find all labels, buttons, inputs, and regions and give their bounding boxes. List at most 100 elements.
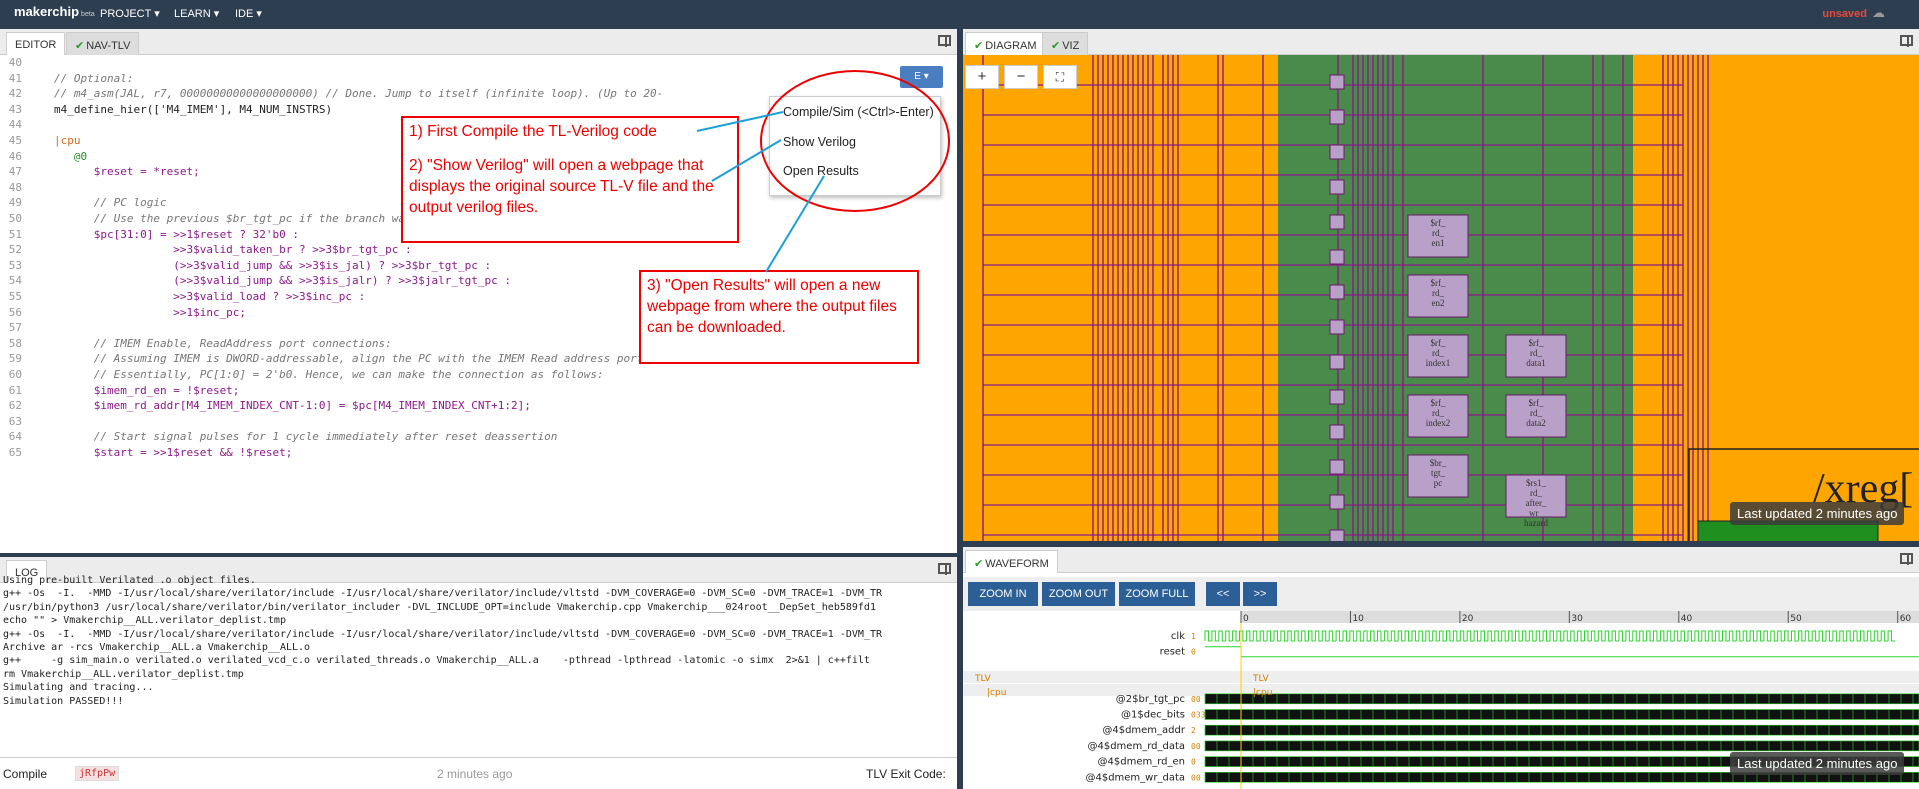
clk-wave (1211, 630, 1219, 642)
clk-wave (1673, 630, 1682, 642)
clk-wave (1432, 630, 1440, 642)
signal-name[interactable]: @1$dec_bits (1121, 710, 1185, 721)
signal-name[interactable]: @2$br_tgt_pc (1116, 694, 1185, 705)
clk-wave (1853, 630, 1861, 642)
signal-name[interactable]: @4$dmem_rd_en (1098, 757, 1185, 768)
clk-wave (1404, 630, 1412, 642)
pipeline-diagram[interactable]: $rf_rd_en1$rf_rd_en2$rf_rd_index1$rf_rd_… (963, 55, 1919, 541)
stage-background-green-left (1278, 55, 1323, 541)
clk-wave (1708, 630, 1716, 642)
signal-name[interactable]: @4$dmem_rd_data (1087, 741, 1185, 752)
clk-wave (1266, 630, 1274, 642)
scroll-right-button[interactable]: >> (1243, 582, 1277, 606)
clk-wave (1784, 630, 1792, 642)
clk-wave (1383, 630, 1392, 642)
timeline-tick: 10 (1352, 614, 1364, 624)
clk-wave (1597, 630, 1606, 642)
tab-viz[interactable]: ✔ VIZ (1042, 32, 1089, 55)
clk-wave (1646, 630, 1654, 642)
signal-name[interactable]: clk (1171, 631, 1185, 642)
horizontal-splitter-right[interactable] (963, 541, 1919, 547)
zoom-in-button[interactable]: ZOOM IN (968, 582, 1038, 606)
clk-wave (1232, 630, 1240, 642)
vertical-splitter[interactable] (957, 29, 963, 789)
clk-wave (1570, 630, 1578, 642)
logic-box-label: hazard (1524, 518, 1548, 528)
stage-background-green (1323, 55, 1633, 541)
clk-wave (1439, 630, 1447, 642)
clk-wave (1770, 630, 1778, 642)
maximize-panel-icon[interactable] (1900, 553, 1913, 565)
signal-name[interactable]: reset (1160, 647, 1185, 658)
tab-waveform[interactable]: ✔ WAVEFORM (965, 550, 1058, 573)
port-square (1329, 284, 1345, 300)
log-output: Using pre-built Verilated .o object file… (0, 575, 957, 757)
logic-box-label: wr_ (1529, 508, 1543, 518)
clk-wave (1701, 630, 1709, 642)
compile-id[interactable]: jRfpPw (75, 766, 120, 781)
logic-box-label: rd_ (1432, 228, 1444, 238)
clk-wave (1377, 630, 1385, 642)
port-square (1329, 179, 1345, 195)
horizontal-splitter-left[interactable] (0, 553, 957, 557)
log-line: /usr/bin/python3 /usr/local/share/verila… (3, 601, 876, 613)
clk-wave (1287, 630, 1295, 642)
clk-wave (1880, 630, 1889, 642)
port-square (1329, 109, 1345, 125)
zoom-out-icon[interactable]: − (1004, 65, 1038, 89)
fit-icon[interactable]: ⛶ (1043, 65, 1077, 89)
signal-value: 0 (1191, 758, 1196, 767)
clk-wave (1204, 630, 1212, 642)
clk-wave (1653, 630, 1661, 642)
clk-wave (1625, 630, 1633, 642)
clk-wave (1515, 630, 1523, 642)
logic-box-label: $rs1_ (1526, 478, 1546, 488)
clk-wave (1811, 630, 1820, 642)
clk-wave (1425, 630, 1433, 642)
zoom-in-icon[interactable]: + (965, 65, 999, 89)
maximize-panel-icon[interactable] (938, 563, 951, 575)
zoom-out-button[interactable]: ZOOM OUT (1042, 582, 1115, 606)
tab-diagram[interactable]: ✔ DIAGRAM (965, 32, 1046, 55)
maximize-panel-icon[interactable] (1900, 35, 1913, 47)
clk-wave (1563, 630, 1571, 642)
clk-wave (1742, 630, 1751, 642)
clk-wave (1280, 630, 1288, 642)
signal-name[interactable]: @4$dmem_wr_data (1085, 772, 1185, 783)
clk-wave (1356, 630, 1364, 642)
log-line: echo "" > Vmakerchip__ALL.verilator_depl… (3, 615, 286, 627)
signal-value: 1 (1191, 632, 1196, 641)
bus-wave (1204, 740, 1919, 752)
log-line: Archive ar -rcs Vmakerchip__ALL.a Vmaker… (3, 642, 311, 653)
clk-wave (1494, 630, 1502, 642)
clk-wave (1866, 630, 1875, 642)
clk-wave (1590, 630, 1599, 642)
logic-box-label: $rf_ (1529, 338, 1544, 348)
logic-box-label: rd_ (1432, 408, 1444, 418)
port-square (1329, 529, 1345, 541)
diagram-pane: ✔ DIAGRAM ✔ VIZ $rf_ rd_ en1 $rf_ rd_ en2 $rf_ rd… (963, 29, 1919, 541)
logic-box-label: rd_ (1530, 488, 1542, 498)
logic-box-label: $br_ (1430, 458, 1447, 468)
signal-value: 2 (1191, 726, 1196, 735)
log-line: g++ -Os -I. -MMD -I/usr/local/share/veri… (3, 588, 882, 600)
clk-wave (1245, 630, 1254, 642)
clk-wave (1825, 630, 1833, 642)
clk-wave (1301, 630, 1309, 642)
logic-box-label: index1 (1426, 358, 1451, 368)
clk-wave (1735, 630, 1744, 642)
zoom-full-button[interactable]: ZOOM FULL (1119, 582, 1195, 606)
port-square (1329, 319, 1345, 335)
clk-wave (1335, 630, 1343, 642)
signal-name[interactable]: @4$dmem_addr (1102, 725, 1186, 736)
logic-box-label: rd_ (1530, 408, 1542, 418)
logic-box-label: data2 (1526, 418, 1546, 428)
logic-box-label: data1 (1526, 358, 1546, 368)
scroll-left-button[interactable]: << (1206, 582, 1240, 606)
port-square (1329, 494, 1345, 510)
signal-value: 033 (1191, 711, 1206, 720)
log-line: rm Vmakerchip__ALL.verilator_deplist.tmp (3, 668, 244, 680)
logic-box-label: rd_ (1432, 348, 1444, 358)
logic-box-label: rd_ (1432, 288, 1444, 298)
scope-label: TLV (974, 674, 992, 684)
